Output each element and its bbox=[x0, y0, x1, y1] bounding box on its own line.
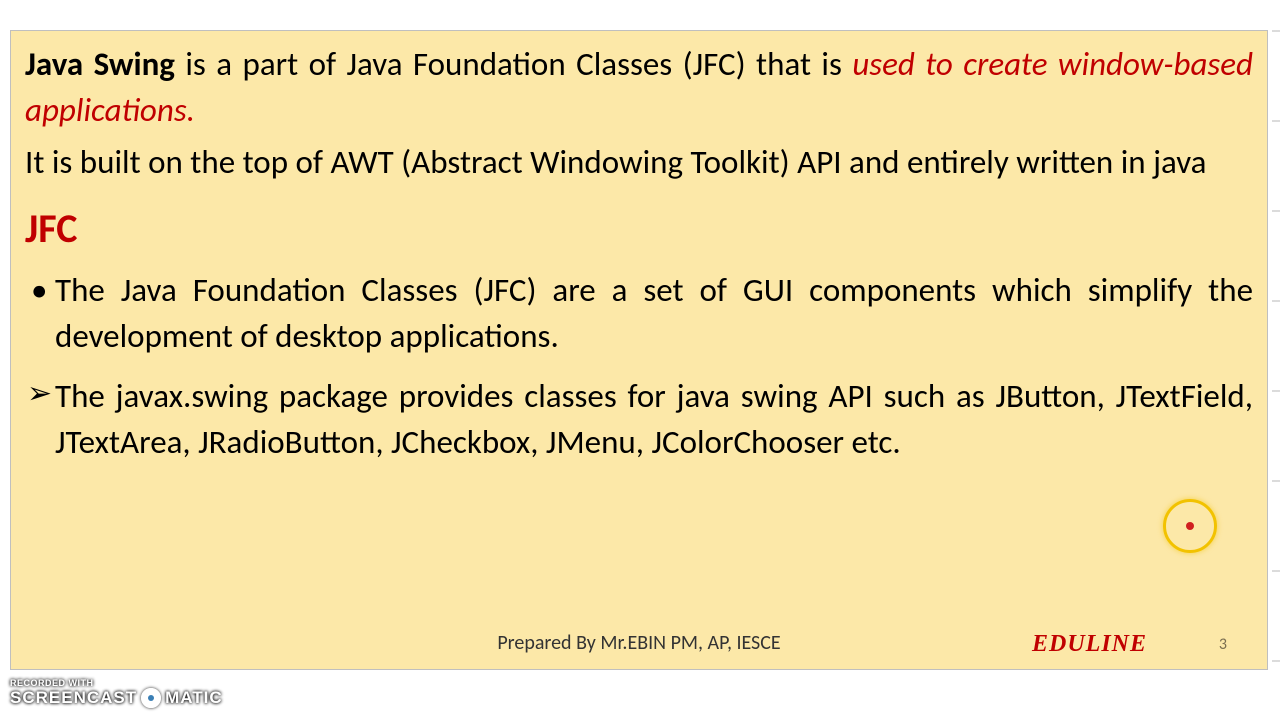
watermark-brand: SCREENCAST MATIC bbox=[10, 688, 223, 708]
footer-brand: EDULINE bbox=[1032, 631, 1147, 658]
footer-author: Prepared By Mr.EBIN PM, AP, IESCE bbox=[497, 631, 780, 655]
watermark-line1: RECORDED WITH bbox=[10, 678, 223, 688]
heading-jfc: JFC bbox=[25, 204, 1253, 253]
intro-mid: is a part of Java Foundation Classes (JF… bbox=[175, 44, 852, 84]
arrow-swing-package: The javax.swing package provides classes… bbox=[25, 373, 1253, 465]
watermark-brand-b: MATIC bbox=[165, 688, 223, 708]
paragraph-intro: Java Swing is a part of Java Foundation … bbox=[25, 41, 1253, 133]
page-number: 3 bbox=[1219, 635, 1227, 654]
bullet-jfc-desc: The Java Foundation Classes (JFC) are a … bbox=[25, 267, 1253, 359]
laser-pointer-icon bbox=[1163, 499, 1217, 553]
watermark-logo-icon bbox=[141, 688, 161, 708]
slide-footer: Prepared By Mr.EBIN PM, AP, IESCE EDULIN… bbox=[11, 631, 1267, 661]
slide: Java Swing is a part of Java Foundation … bbox=[10, 30, 1268, 670]
intro-dot: . bbox=[187, 90, 195, 130]
watermark-brand-a: SCREENCAST bbox=[10, 688, 137, 708]
term-java-swing: Java Swing bbox=[25, 44, 175, 84]
paragraph-awt: It is built on the top of AWT (Abstract … bbox=[25, 139, 1253, 185]
scroll-edge-decoration bbox=[1272, 30, 1280, 670]
recorder-watermark: RECORDED WITH SCREENCAST MATIC bbox=[10, 678, 223, 708]
